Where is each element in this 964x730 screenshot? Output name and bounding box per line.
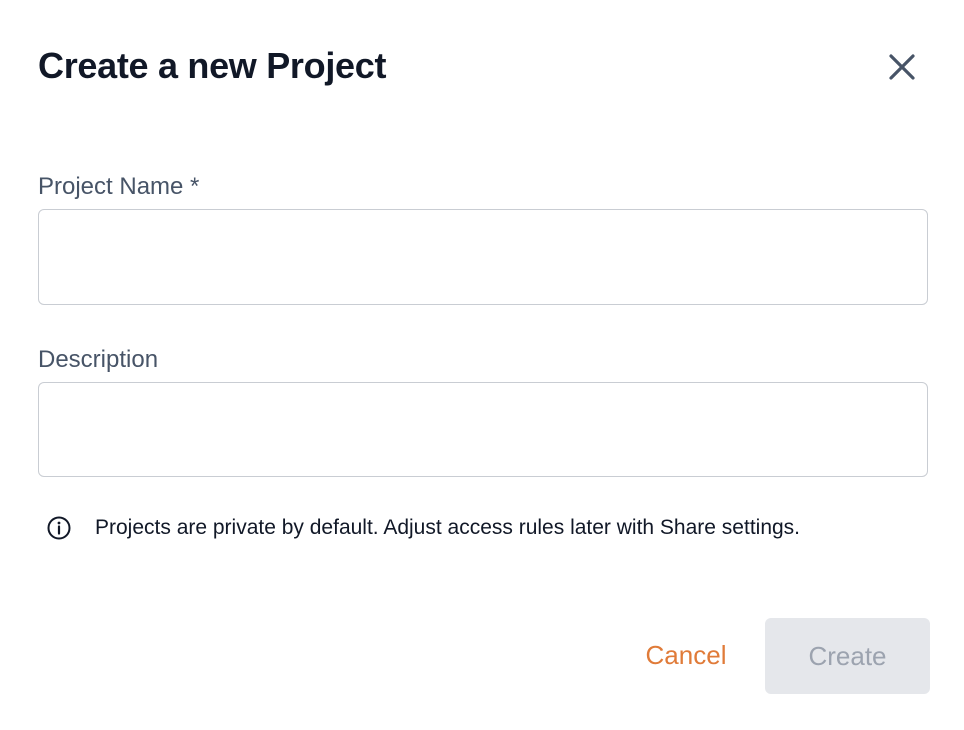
close-button[interactable] [884, 49, 920, 85]
description-label: Description [38, 346, 159, 373]
create-project-dialog: Create a new Project Project Name * Desc… [0, 0, 964, 730]
privacy-notice: Projects are private by default. Adjust … [46, 514, 800, 542]
create-button[interactable]: Create [765, 618, 930, 694]
project-name-label: Project Name * [38, 173, 200, 200]
description-input[interactable] [38, 382, 928, 477]
dialog-title: Create a new Project [38, 45, 387, 86]
close-icon [889, 54, 915, 80]
info-icon [46, 515, 72, 541]
cancel-button[interactable]: Cancel [626, 618, 746, 693]
privacy-notice-text: Projects are private by default. Adjust … [95, 516, 801, 539]
project-name-input[interactable] [38, 209, 928, 305]
